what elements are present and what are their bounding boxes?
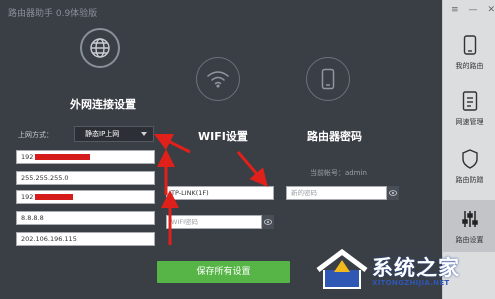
house-logo-icon xyxy=(316,248,368,289)
close-icon[interactable]: ✕ xyxy=(488,5,495,15)
sidebar-item-label: 路由防蹭 xyxy=(455,175,484,184)
sliders-icon xyxy=(459,208,481,230)
sidebar-item-speed[interactable]: 网速管理 xyxy=(443,82,495,134)
arrow-to-new-password xyxy=(236,151,268,187)
sidebar-item-label: 路由设置 xyxy=(455,235,484,244)
sidebar-item-router-settings[interactable]: 路由设置 xyxy=(443,200,495,252)
phone-router-icon xyxy=(459,34,481,56)
watermark: 系统之家 XITONGZHIJIA.NET xyxy=(312,246,494,296)
sidebar-item-label: 我的路由 xyxy=(455,61,484,70)
sidebar-item-label: 网速管理 xyxy=(455,117,484,126)
minimize-icon[interactable]: — xyxy=(469,5,478,15)
shield-icon xyxy=(459,148,481,170)
speed-meter-icon xyxy=(459,90,481,112)
arrow-to-conn-type xyxy=(153,133,191,154)
watermark-subtext: XITONGZHIJIA.NET xyxy=(372,279,450,287)
window-controls: ≡ — ✕ xyxy=(451,5,495,15)
watermark-text: 系统之家 xyxy=(372,256,460,280)
sidebar-item-my-router[interactable]: 我的路由 xyxy=(443,26,495,78)
menu-icon[interactable]: ≡ xyxy=(451,5,459,15)
sidebar-item-anti-leech[interactable]: 路由防蹭 xyxy=(443,140,495,192)
